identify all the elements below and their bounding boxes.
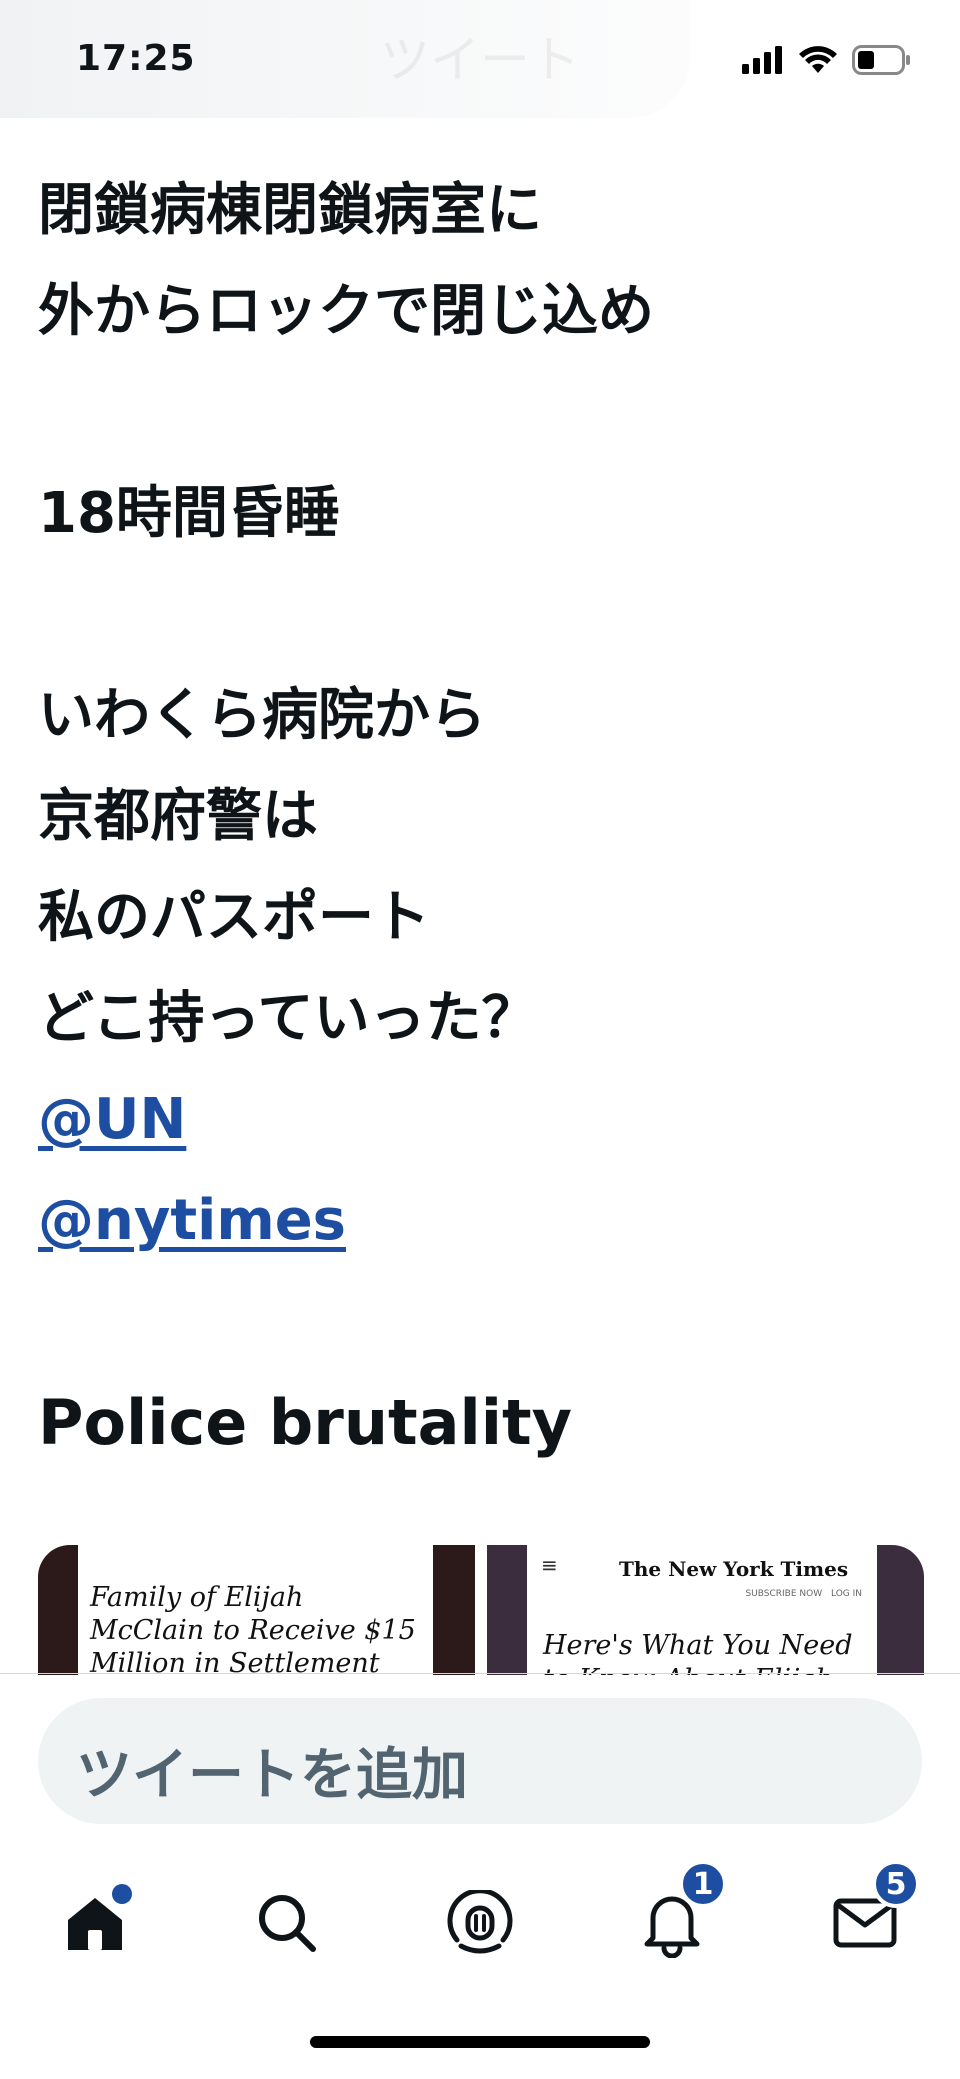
mention-un-link[interactable]: @UN — [38, 1087, 186, 1152]
tweet-line: 京都府警は — [38, 784, 318, 849]
tab-messages[interactable]: 5 — [820, 1860, 920, 1970]
tab-home[interactable] — [50, 1880, 140, 1970]
battery-icon — [852, 45, 912, 79]
home-indicator[interactable] — [310, 2036, 650, 2048]
status-bar: ツイート 17:25 — [0, 0, 960, 118]
media-image-right[interactable]: ≡ The New York Times SUBSCRIBE NOW LOG I… — [487, 1545, 924, 1675]
tab-bar: 1 5 — [0, 1860, 960, 1960]
tweet-line: いわくら病院から — [38, 683, 486, 748]
header-title: ツイート — [380, 31, 580, 89]
tweet-line: どこ持っていった？ — [38, 986, 538, 1051]
nyt-logo: The New York Times — [619, 1557, 849, 1581]
spaces-icon — [447, 1888, 513, 1960]
status-time: 17:25 — [76, 38, 196, 79]
mention-nytimes-link[interactable]: @nytimes — [38, 1188, 346, 1253]
tab-search[interactable] — [242, 1880, 332, 1970]
home-unread-dot — [112, 1884, 132, 1904]
menu-icon: ≡ — [541, 1553, 558, 1577]
tweet-line: 外からロックで閉じ込め — [38, 279, 654, 344]
signal-icon — [742, 46, 784, 78]
search-icon — [255, 1891, 319, 1959]
article-headline: Family of Elijah McClain to Receive $15 … — [90, 1582, 416, 1675]
media-gallery: Family of Elijah McClain to Receive $15 … — [38, 1545, 924, 1675]
login-text: LOG IN — [831, 1589, 862, 1599]
tweet-line: 18時間昏睡 — [38, 481, 340, 546]
notifications-badge: 1 — [679, 1860, 727, 1908]
article-headline: Here's What You Need to Know About Elija… — [543, 1630, 853, 1675]
add-tweet-placeholder: ツイートを追加 — [76, 1743, 468, 1808]
add-tweet-input[interactable]: ツイートを追加 — [38, 1698, 922, 1824]
wifi-icon — [798, 45, 838, 79]
tweet-text: 閉鎖病棟閉鎖病室に 外からロックで閉じ込め 18時間昏睡 いわくら病院から 京都… — [38, 160, 928, 1473]
tweet-hashtag-line: Police brutality — [38, 1386, 573, 1459]
tweet-line: 閉鎖病棟閉鎖病室に — [38, 178, 542, 243]
tweet-line: 私のパスポート — [38, 885, 430, 950]
divider — [0, 1673, 960, 1674]
tab-spaces[interactable] — [435, 1880, 525, 1970]
messages-badge: 5 — [872, 1860, 920, 1908]
subscribe-text: SUBSCRIBE NOW — [745, 1589, 823, 1599]
nyt-subscribe-bar: SUBSCRIBE NOW LOG IN — [739, 1589, 862, 1599]
media-image-left[interactable]: Family of Elijah McClain to Receive $15 … — [38, 1545, 475, 1675]
status-icons — [742, 44, 912, 80]
tab-notifications[interactable]: 1 — [627, 1860, 727, 1970]
